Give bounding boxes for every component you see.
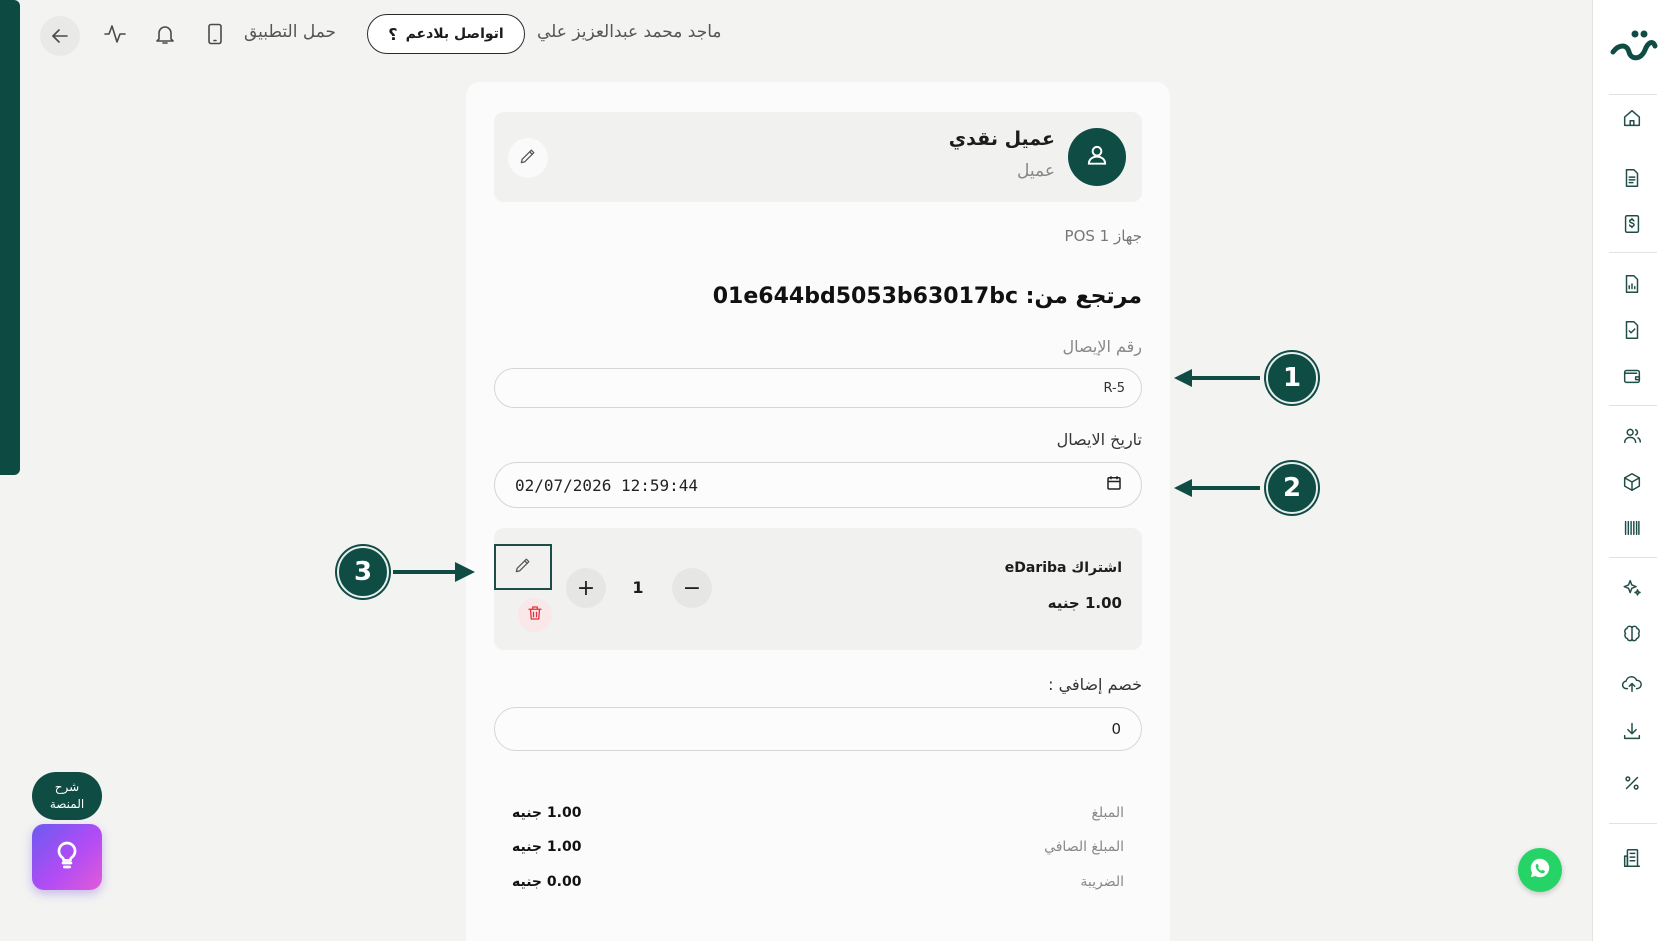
whatsapp-icon xyxy=(1527,855,1553,885)
support-label: اتواصل بلادعم xyxy=(405,26,504,42)
pencil-icon xyxy=(518,146,538,170)
item-title: اشتراك eDariba xyxy=(1004,560,1122,576)
annotation-arrow-3 xyxy=(393,561,477,587)
back-button[interactable] xyxy=(40,16,80,56)
tax-label: الضريبة xyxy=(1080,874,1124,890)
back-arrow-icon xyxy=(45,21,75,51)
download-icon[interactable] xyxy=(1617,716,1647,746)
building-icon[interactable] xyxy=(1617,843,1647,873)
edit-customer-button[interactable] xyxy=(508,138,548,178)
discount-input[interactable]: 0 xyxy=(494,707,1142,751)
tax-value: 0.00 جنيه xyxy=(512,874,582,890)
annotation-arrow-1 xyxy=(1172,368,1262,392)
plus-icon: + xyxy=(576,575,596,601)
download-app-link[interactable]: حمل التطبيق xyxy=(244,22,336,42)
brain-icon[interactable] xyxy=(1617,619,1647,649)
help-line-2: المنصة xyxy=(49,797,85,811)
question-icon: ؟ xyxy=(388,24,398,44)
annotation-arrow-2 xyxy=(1172,478,1262,502)
discount-value: 0 xyxy=(1111,720,1121,738)
user-icon xyxy=(1084,142,1110,172)
contact-support-button[interactable]: اتواصل بلادعم ؟ xyxy=(367,14,525,54)
trash-icon xyxy=(526,604,544,626)
pencil-icon xyxy=(513,555,533,579)
net-amount-value: 1.00 جنيه xyxy=(512,839,582,855)
receipt-date-label: تاريخ الايصال xyxy=(1056,430,1142,449)
whatsapp-button[interactable] xyxy=(1518,848,1562,892)
percent-icon[interactable] xyxy=(1617,768,1647,798)
device-label: جهاز POS 1 xyxy=(1064,227,1142,245)
lightbulb-icon xyxy=(51,839,83,875)
customer-role: عميل xyxy=(1017,161,1055,181)
minus-icon: − xyxy=(682,575,702,601)
item-price: 1.00 جنيه xyxy=(1047,594,1122,612)
users-icon[interactable] xyxy=(1617,421,1647,451)
receipt-date-value: 02/07/2026 12:59:44 xyxy=(515,475,699,495)
return-from-title: مرتجع من: 01e644bd5053b63017bc xyxy=(712,284,1142,309)
sidebar xyxy=(1592,0,1672,941)
avatar xyxy=(1068,128,1126,186)
cloud-upload-icon[interactable] xyxy=(1617,669,1647,699)
quantity-value: 1 xyxy=(632,578,644,597)
home-icon[interactable] xyxy=(1617,103,1647,133)
platform-guide-button[interactable]: شرح المنصة xyxy=(32,772,102,820)
receipt-date-input[interactable]: 02/07/2026 12:59:44 xyxy=(494,462,1142,508)
help-line-1: شرح xyxy=(54,780,80,794)
report-chart-icon[interactable] xyxy=(1617,269,1647,299)
document-check-icon[interactable] xyxy=(1617,315,1647,345)
annotation-marker-3: 3 xyxy=(337,546,389,598)
customer-name: عميل نقدي xyxy=(948,128,1055,150)
brand-logo-icon[interactable] xyxy=(1605,22,1661,70)
mobile-icon[interactable] xyxy=(200,19,230,49)
box-icon[interactable] xyxy=(1617,467,1647,497)
user-name: ماجد محمد عبدالعزيز علي xyxy=(537,22,722,42)
receipt-number-value: R-5 xyxy=(1103,380,1125,396)
receipt-number-label: رقم الإيصال xyxy=(1062,337,1142,356)
increase-quantity-button[interactable]: + xyxy=(566,568,606,608)
document-icon[interactable] xyxy=(1617,163,1647,193)
amount-value: 1.00 جنيه xyxy=(512,805,582,821)
invoice-dollar-icon[interactable] xyxy=(1617,209,1647,239)
annotation-marker-2: 2 xyxy=(1266,462,1318,514)
amount-label: المبلغ xyxy=(1091,805,1124,821)
calendar-icon[interactable] xyxy=(1105,474,1123,496)
activity-icon[interactable] xyxy=(100,19,130,49)
left-accent-strip xyxy=(0,0,20,475)
sparkles-icon[interactable] xyxy=(1617,573,1647,603)
tips-button[interactable] xyxy=(32,824,102,890)
bell-icon[interactable] xyxy=(150,19,180,49)
wallet-icon[interactable] xyxy=(1617,361,1647,391)
delete-item-button[interactable] xyxy=(518,598,552,632)
net-amount-label: المبلغ الصافي xyxy=(1044,839,1124,855)
decrease-quantity-button[interactable]: − xyxy=(672,568,712,608)
barcode-icon[interactable] xyxy=(1617,513,1647,543)
discount-label: خصم إضافي : xyxy=(1048,675,1142,694)
customer-panel xyxy=(494,112,1142,202)
receipt-number-input[interactable]: R-5 xyxy=(494,368,1142,408)
annotation-marker-1: 1 xyxy=(1266,352,1318,404)
edit-item-button[interactable] xyxy=(494,544,552,590)
